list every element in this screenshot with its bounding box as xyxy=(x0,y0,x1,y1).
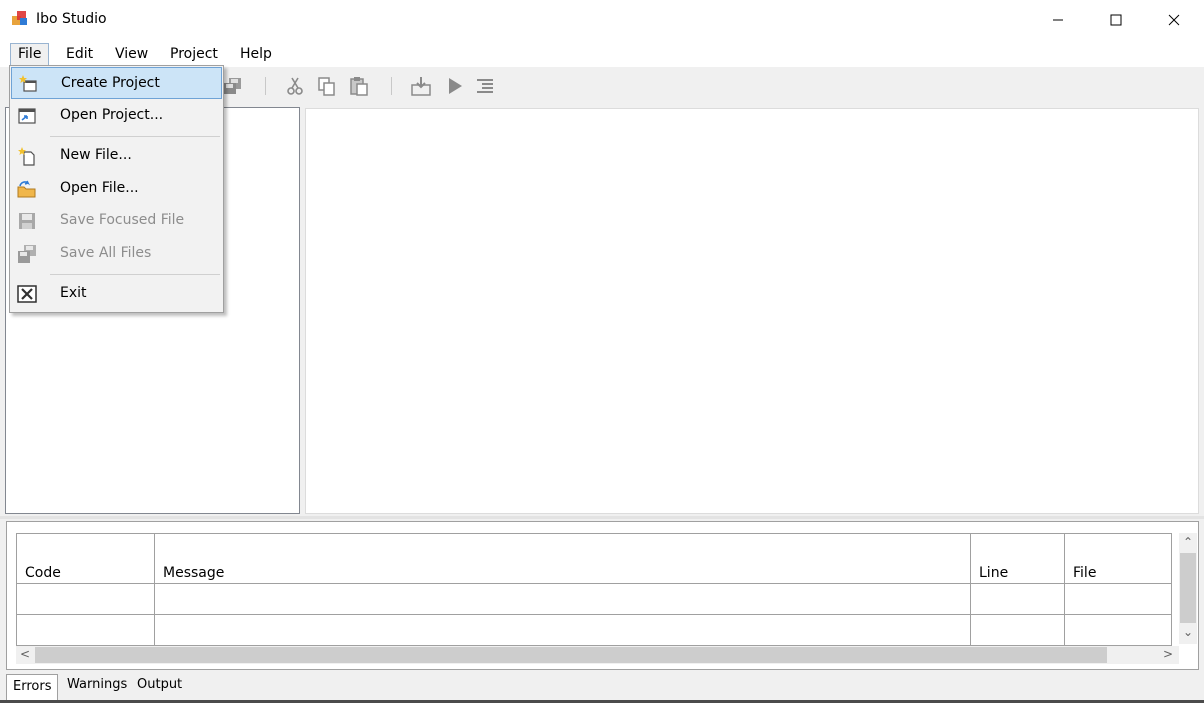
close-icon xyxy=(1168,14,1180,25)
save-all-icon[interactable] xyxy=(222,75,244,97)
menu-bar: File Edit View Project Help xyxy=(0,39,1204,67)
scroll-right-icon[interactable]: > xyxy=(1163,647,1173,661)
menu-item-new-file[interactable]: New File... xyxy=(11,140,222,172)
maximize-button[interactable] xyxy=(1087,0,1145,39)
menu-item-open-project[interactable]: Open Project... xyxy=(11,100,222,132)
menu-item-label: Save All Files xyxy=(60,245,152,261)
menu-file[interactable]: File xyxy=(10,43,50,67)
table-row[interactable] xyxy=(16,614,1172,646)
menu-separator xyxy=(50,136,220,137)
toolbar-separator xyxy=(265,77,266,95)
save-all-icon xyxy=(18,245,36,263)
table-cell[interactable] xyxy=(970,614,1065,646)
tab-errors[interactable]: Errors xyxy=(6,674,59,703)
run-icon[interactable] xyxy=(444,75,466,97)
errors-grid[interactable]: Code Message Line File ⌃ ⌄ < > xyxy=(6,521,1199,670)
table-cell[interactable] xyxy=(154,583,971,615)
window-title: Ibo Studio xyxy=(36,11,107,27)
column-header-message[interactable]: Message xyxy=(154,533,971,584)
open-folder-icon xyxy=(17,180,36,198)
table-row[interactable] xyxy=(16,583,1172,615)
vertical-scroll-thumb[interactable] xyxy=(1180,553,1196,623)
maximize-icon xyxy=(1110,14,1122,25)
indent-icon[interactable] xyxy=(474,75,496,97)
column-header-file[interactable]: File xyxy=(1064,533,1172,584)
scroll-up-icon[interactable]: ⌃ xyxy=(1183,535,1193,549)
errors-table: Code Message Line File xyxy=(16,533,1172,646)
toolbar-separator xyxy=(391,77,392,95)
table-header-row: Code Message Line File xyxy=(16,533,1172,584)
scroll-left-icon[interactable]: < xyxy=(20,647,30,661)
menu-item-create-project[interactable]: Create Project xyxy=(11,67,222,99)
tab-warnings[interactable]: Warnings xyxy=(61,673,134,697)
menu-separator xyxy=(50,274,220,275)
minimize-button[interactable] xyxy=(1029,0,1087,39)
menu-item-save-focused-file[interactable]: Save Focused File xyxy=(11,205,222,237)
close-button[interactable] xyxy=(1145,0,1203,39)
build-icon[interactable] xyxy=(410,75,432,97)
app-icon xyxy=(12,11,27,25)
horizontal-splitter[interactable] xyxy=(0,516,1204,519)
column-header-line[interactable]: Line xyxy=(970,533,1065,584)
paste-icon[interactable] xyxy=(348,75,370,97)
file-menu-dropdown: Create Project Open Project... New File.… xyxy=(9,65,224,313)
table-cell[interactable] xyxy=(1064,583,1172,615)
table-cell[interactable] xyxy=(1064,614,1172,646)
title-bar: Ibo Studio xyxy=(0,0,1204,39)
tab-output[interactable]: Output xyxy=(131,673,189,697)
table-cell[interactable] xyxy=(970,583,1065,615)
cut-icon[interactable] xyxy=(284,75,306,97)
menu-item-save-all-files[interactable]: Save All Files xyxy=(11,238,222,270)
exit-icon xyxy=(17,285,37,303)
menu-item-label: Exit xyxy=(60,285,87,301)
scroll-down-icon[interactable]: ⌄ xyxy=(1183,625,1193,639)
menu-help[interactable]: Help xyxy=(233,43,279,65)
menu-project[interactable]: Project xyxy=(163,43,225,65)
menu-item-open-file[interactable]: Open File... xyxy=(11,173,222,205)
save-icon xyxy=(19,213,35,229)
menu-item-label: New File... xyxy=(60,147,132,163)
open-project-icon xyxy=(18,108,36,124)
menu-view[interactable]: View xyxy=(108,43,155,65)
minimize-icon xyxy=(1053,19,1063,20)
menu-item-label: Open Project... xyxy=(60,107,164,123)
menu-item-label: Create Project xyxy=(61,75,160,91)
table-cell[interactable] xyxy=(154,614,971,646)
column-header-code[interactable]: Code xyxy=(16,533,155,584)
menu-edit[interactable]: Edit xyxy=(59,43,100,65)
menu-item-label: Save Focused File xyxy=(60,212,185,228)
editor-area[interactable] xyxy=(305,108,1199,514)
vertical-scrollbar[interactable]: ⌃ ⌄ xyxy=(1179,533,1197,644)
new-file-icon xyxy=(18,147,35,166)
menu-item-exit[interactable]: Exit xyxy=(11,278,222,310)
bottom-tabs: Errors Warnings Output xyxy=(0,672,1204,703)
copy-icon[interactable] xyxy=(316,75,338,97)
table-cell[interactable] xyxy=(16,614,155,646)
menu-item-label: Open File... xyxy=(60,180,139,196)
table-cell[interactable] xyxy=(16,583,155,615)
horizontal-scrollbar[interactable]: < > xyxy=(16,646,1179,664)
create-project-icon xyxy=(19,75,37,92)
horizontal-scroll-thumb[interactable] xyxy=(35,647,1107,663)
